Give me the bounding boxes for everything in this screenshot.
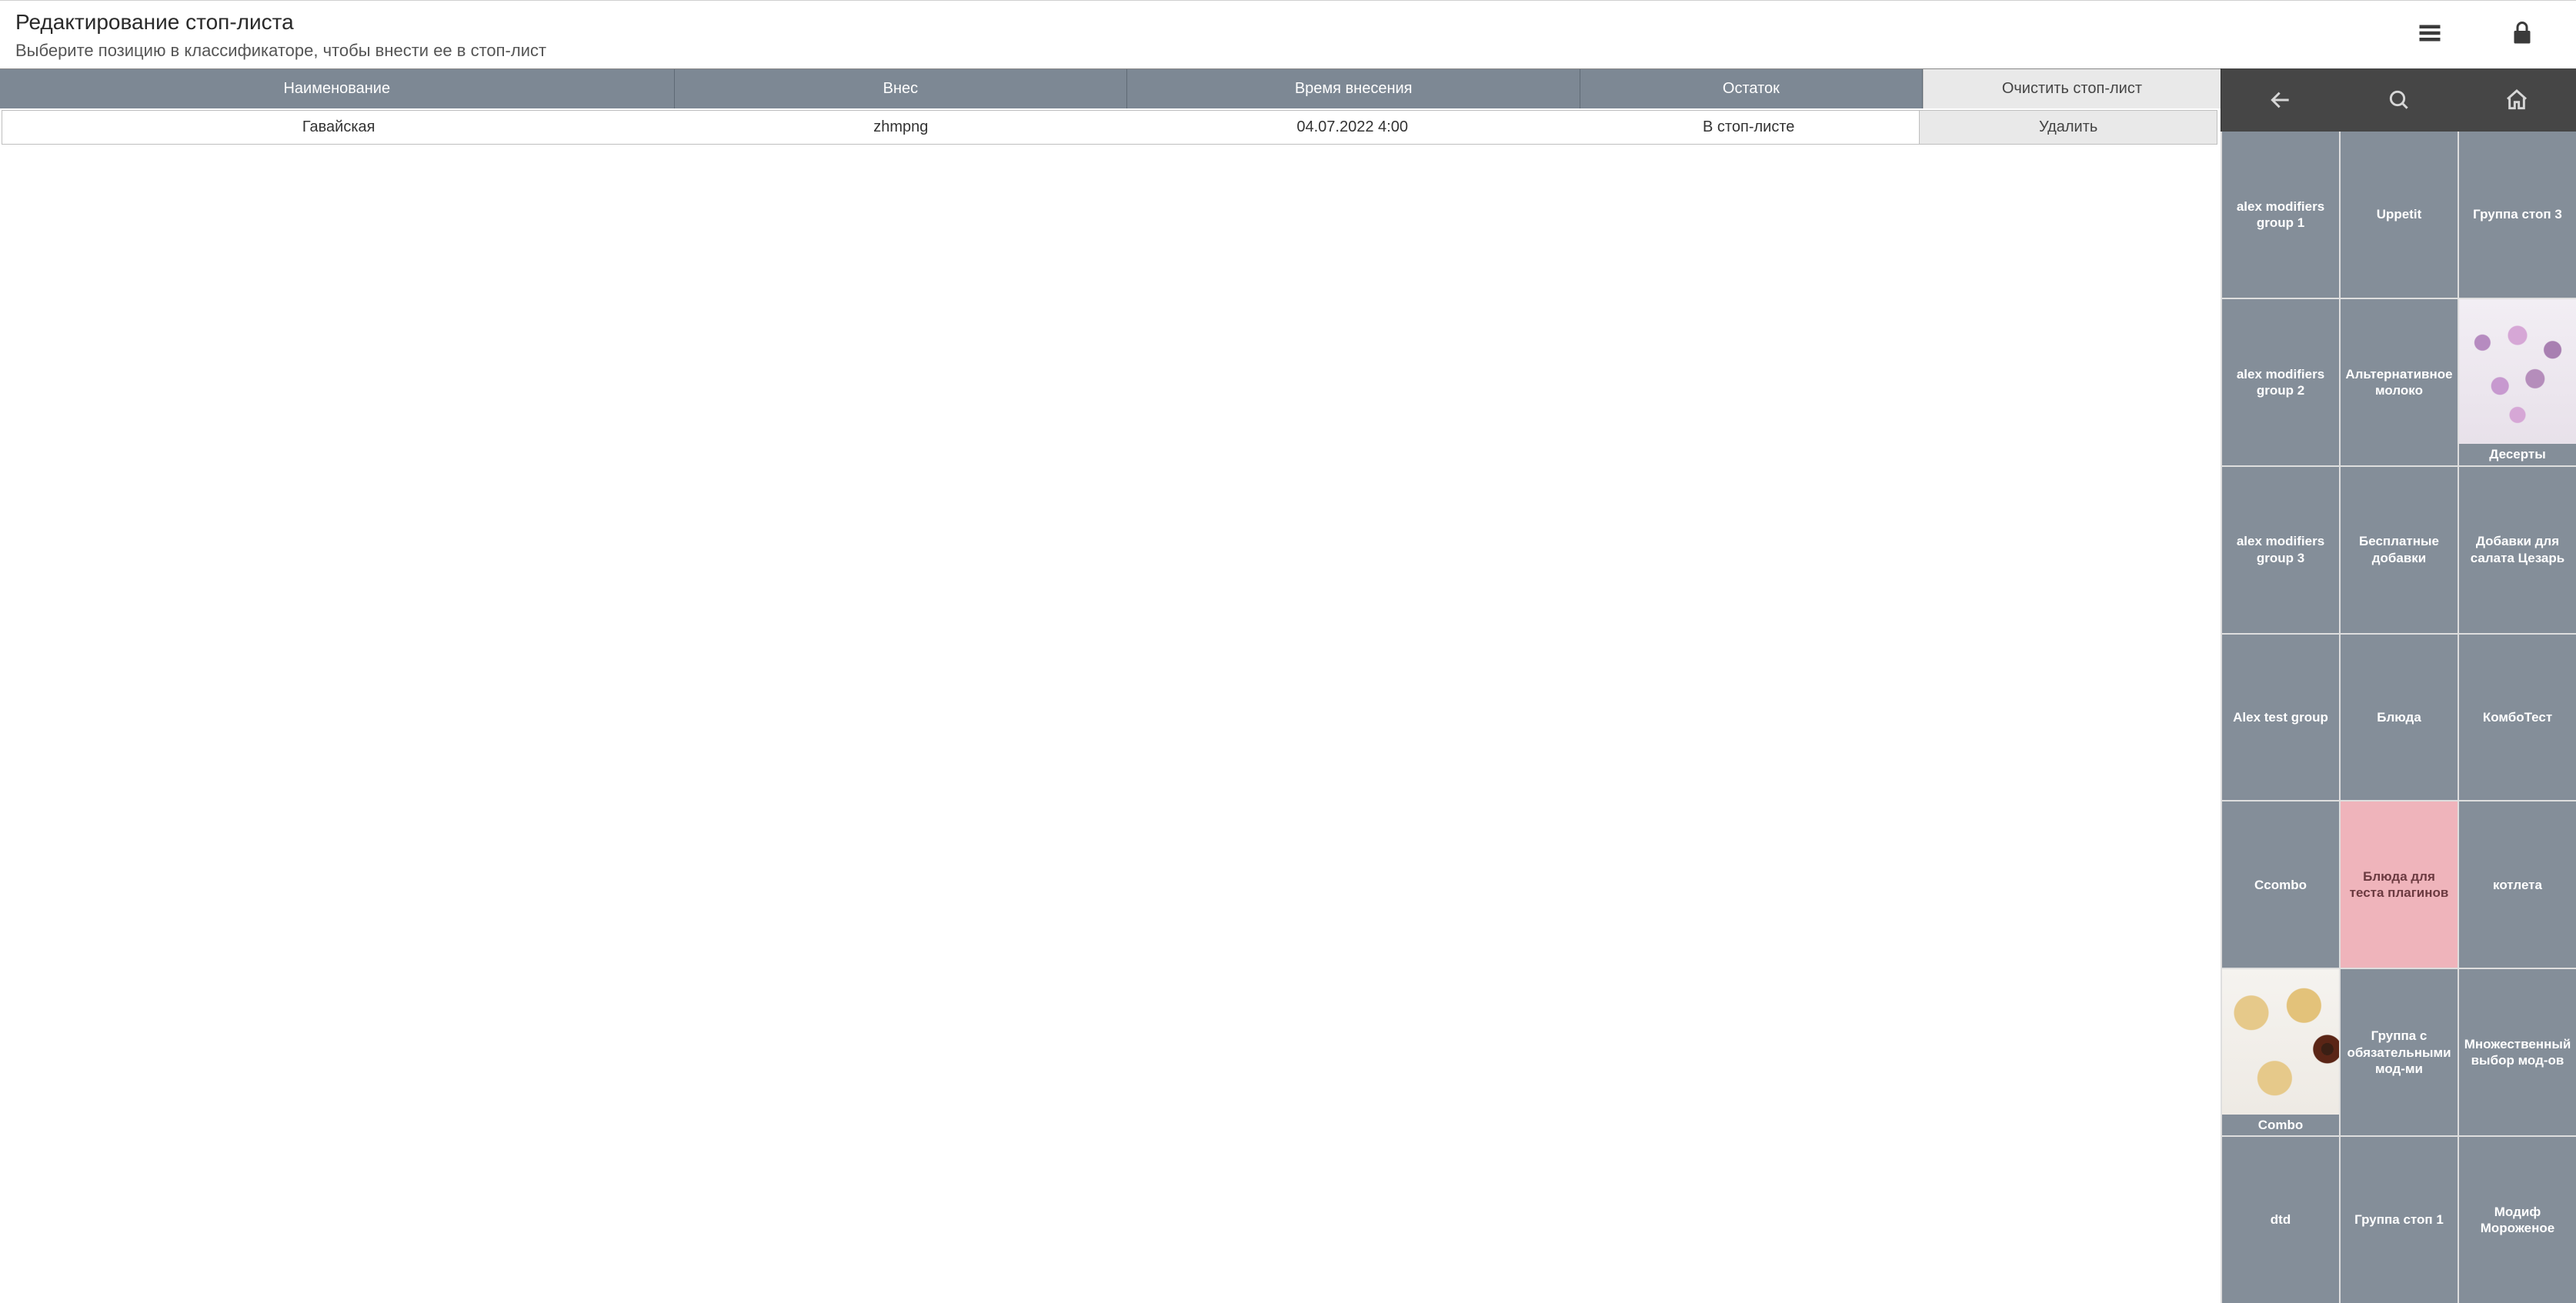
catalog-tile[interactable]: КомбоТест [2459,635,2576,801]
col-header-rest: Остаток [1580,69,1923,108]
catalog-grid: alex modifiers group 1UppetitГруппа стоп… [2221,132,2576,1303]
catalog-toolbar [2221,68,2576,132]
arrow-left-icon [2268,88,2293,112]
search-icon [2387,88,2411,112]
lock-icon [2508,19,2536,47]
tile-label: Десерты [2459,444,2576,465]
col-header-user: Внес [675,69,1128,108]
catalog-tile[interactable]: Альтернативное молоко [2341,299,2458,465]
catalog-tile[interactable]: Alex test group [2222,635,2339,801]
cell-time: 04.07.2022 4:00 [1126,111,1578,144]
catalog-tile[interactable]: alex modifiers group 2 [2222,299,2339,465]
catalog-tile[interactable]: alex modifiers group 1 [2222,132,2339,298]
catalog-tile[interactable]: Combo [2222,969,2339,1135]
tile-label: Combo [2222,1115,2339,1135]
header-icons [2414,10,2561,48]
catalog-tile[interactable]: alex modifiers group 3 [2222,467,2339,633]
stoplist-panel: Наименование Внес Время внесения Остаток… [0,68,2221,1303]
back-button[interactable] [2221,88,2340,112]
catalog-tile[interactable]: Uppetit [2341,132,2458,298]
catalog-tile[interactable]: Десерты [2459,299,2576,465]
catalog-panel: alex modifiers group 1UppetitГруппа стоп… [2221,68,2576,1303]
catalog-tile[interactable]: Множественный выбор мод-ов [2459,969,2576,1135]
main-area: Наименование Внес Время внесения Остаток… [0,68,2576,1303]
catalog-tile[interactable]: dtd [2222,1137,2339,1303]
cell-rest: В стоп-листе [1578,111,1919,144]
cell-name: Гавайская [2,111,675,144]
cell-user: zhmpng [675,111,1126,144]
menu-button[interactable] [2414,18,2445,48]
page-subtitle: Выберите позицию в классификаторе, чтобы… [15,41,2414,61]
berries-image [2459,299,2576,445]
clear-stoplist-button[interactable]: Очистить стоп-лист [1923,69,2221,108]
table-body: Гавайскаяzhmpng04.07.2022 4:00В стоп-лис… [0,108,2221,1303]
search-button[interactable] [2340,88,2458,112]
col-header-name: Наименование [0,69,675,108]
col-header-time: Время внесения [1127,69,1580,108]
lock-button[interactable] [2507,18,2538,48]
delete-button[interactable]: Удалить [1919,111,2217,144]
page-title: Редактирование стоп-листа [15,10,2414,35]
home-button[interactable] [2458,88,2576,112]
catalog-tile[interactable]: Блюда для теста плагинов [2341,801,2458,968]
page-header: Редактирование стоп-листа Выберите позиц… [0,0,2576,68]
hamburger-icon [2416,19,2444,47]
catalog-tile[interactable]: Группа стоп 3 [2459,132,2576,298]
catalog-tile[interactable]: котлета [2459,801,2576,968]
catalog-tile[interactable]: Модиф Мороженое [2459,1137,2576,1303]
catalog-tile[interactable]: Ccombo [2222,801,2339,968]
header-text-block: Редактирование стоп-листа Выберите позиц… [15,10,2414,61]
table-header: Наименование Внес Время внесения Остаток… [0,69,2221,108]
pizza-image [2222,969,2339,1115]
catalog-tile[interactable]: Блюда [2341,635,2458,801]
home-icon [2504,88,2529,112]
catalog-tile[interactable]: Добавки для салата Цезарь [2459,467,2576,633]
table-row[interactable]: Гавайскаяzhmpng04.07.2022 4:00В стоп-лис… [2,110,2217,145]
catalog-tile[interactable]: Группа с обязательными мод-ми [2341,969,2458,1135]
catalog-tile[interactable]: Группа стоп 1 [2341,1137,2458,1303]
catalog-tile[interactable]: Бесплатные добавки [2341,467,2458,633]
